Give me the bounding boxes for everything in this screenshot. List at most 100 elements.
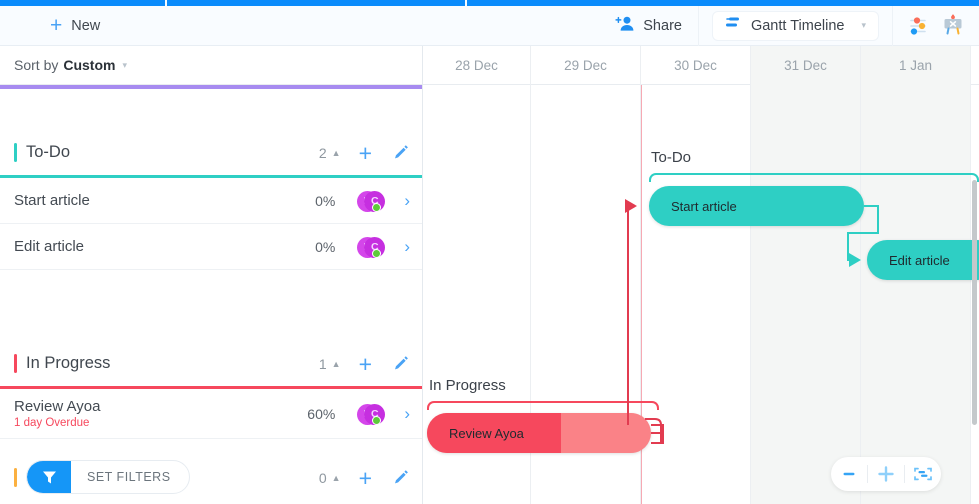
date-column-header[interactable]: 28 Dec — [423, 46, 531, 85]
gantt-bar-start-article[interactable]: Start article — [649, 186, 864, 226]
task-row[interactable]: Review Ayoa 1 day Overdue 60% M C › — [0, 389, 422, 439]
set-filters-button[interactable]: SET FILTERS — [26, 460, 190, 494]
sort-by-value: Custom — [63, 57, 116, 73]
open-task-chevron-icon[interactable]: › — [404, 237, 410, 257]
view-selector[interactable]: Gantt Timeline ▾ — [712, 11, 878, 40]
gantt-bar-review-ayoa[interactable]: Review Ayoa — [427, 413, 651, 453]
gantt-bar-label: Edit article — [889, 252, 950, 268]
task-text-block: Start article — [14, 192, 90, 209]
gantt-bar-label: Start article — [671, 198, 737, 214]
open-task-chevron-icon[interactable]: › — [404, 191, 410, 211]
group-name: To-Do — [26, 143, 71, 161]
set-filters-label: SET FILTERS — [87, 470, 171, 484]
date-column-header[interactable]: 31 Dec — [751, 46, 861, 85]
add-task-button[interactable]: + — [359, 467, 372, 490]
toolbar-right-group: Share Gantt Timeline ▾ — [609, 5, 979, 46]
new-button[interactable]: + New — [38, 13, 112, 39]
task-row[interactable]: Start article 0% M C › — [0, 178, 422, 224]
gantt-app-window: + New Share Gantt Timeline ▾ Sort by Cus… — [0, 0, 979, 504]
add-task-button[interactable]: + — [359, 352, 372, 375]
group-actions: 2 ▲ + — [318, 141, 410, 164]
pencil-icon[interactable] — [392, 355, 410, 373]
group-name: In Progress — [26, 354, 111, 372]
sort-by-control[interactable]: Sort by Custom ▾ — [0, 46, 422, 85]
pencil-icon[interactable] — [392, 144, 410, 162]
online-status-dot — [372, 202, 382, 212]
avatar[interactable]: M C — [357, 402, 386, 426]
group-color-tick — [14, 467, 17, 487]
group-header-to-do[interactable]: To-Do 2 ▲ + — [0, 130, 422, 178]
group-header-bottom[interactable]: 0 ▲ + — [318, 467, 410, 490]
list-gap — [0, 270, 422, 341]
online-status-dot — [372, 415, 382, 425]
group-actions: 1 ▲ + — [318, 352, 410, 375]
gantt-chart-body: To-Do Start article Edit article In Prog… — [423, 85, 979, 504]
timeline-column — [861, 85, 971, 504]
date-column-header[interactable]: 1 Jan — [861, 46, 971, 85]
gantt-bar-label: Review Ayoa — [449, 425, 524, 441]
task-progress: 0% — [315, 238, 336, 255]
task-list-panel: Sort by Custom ▾ To-Do 2 ▲ + Start artic… — [0, 46, 423, 504]
add-person-icon — [615, 15, 635, 37]
task-meta: 0% M C › — [315, 235, 410, 259]
share-button-label: Share — [643, 17, 682, 34]
group-header-in-progress[interactable]: In Progress 1 ▲ + — [0, 341, 422, 389]
group-color-tick — [14, 143, 17, 162]
group-count: 0 — [318, 470, 327, 486]
zoom-in-button[interactable] — [868, 457, 904, 491]
task-text-block: Edit article — [14, 238, 84, 255]
chevron-up-icon[interactable]: ▲ — [332, 473, 341, 483]
task-meta: 60% M C › — [307, 402, 410, 426]
task-meta: 0% M C › — [315, 189, 410, 213]
task-row[interactable]: Edit article 0% M C › — [0, 224, 422, 270]
gantt-date-header: 28 Dec 29 Dec 30 Dec 31 Dec 1 Jan — [423, 46, 979, 85]
task-text-block: Review Ayoa 1 day Overdue — [14, 398, 100, 429]
gantt-icon — [725, 16, 742, 35]
task-overdue-label: 1 day Overdue — [14, 417, 90, 429]
plus-icon: + — [50, 13, 63, 37]
gantt-group-label: In Progress — [429, 377, 506, 394]
gantt-timeline-panel: 28 Dec 29 Dec 30 Dec 31 Dec 1 Jan To-Do … — [423, 46, 979, 504]
task-name: Edit article — [14, 238, 85, 255]
toolbar-icon-group — [892, 5, 979, 46]
chevron-up-icon[interactable]: ▲ — [332, 359, 341, 369]
sort-by-prefix: Sort by — [14, 57, 59, 73]
set-filters-area: SET FILTERS — [14, 460, 190, 494]
list-empty-row — [0, 89, 422, 130]
share-button[interactable]: Share — [609, 5, 699, 46]
funnel-icon — [27, 461, 71, 493]
chevron-down-icon: ▾ — [861, 20, 866, 30]
whiteboard-tools-icon[interactable] — [941, 14, 965, 38]
group-color-tick — [14, 354, 17, 373]
avatar[interactable]: M C — [357, 235, 386, 259]
chevron-down-icon: ▾ — [122, 59, 128, 70]
gantt-group-bracket — [427, 401, 659, 410]
group-count: 1 — [318, 355, 327, 372]
avatar[interactable]: M C — [357, 189, 386, 213]
gantt-group-bracket — [649, 173, 979, 182]
task-name: Review Ayoa — [14, 398, 101, 415]
group-count: 2 — [318, 144, 327, 161]
open-task-chevron-icon[interactable]: › — [404, 404, 410, 424]
task-name: Start article — [14, 192, 90, 209]
timeline-column — [751, 85, 861, 504]
zoom-out-button[interactable] — [831, 457, 867, 491]
new-button-label: New — [71, 17, 101, 34]
sliders-icon[interactable] — [907, 14, 931, 38]
online-status-dot — [372, 248, 382, 258]
task-progress: 60% — [307, 405, 336, 422]
pencil-icon[interactable] — [392, 469, 410, 487]
add-task-button[interactable]: + — [359, 141, 372, 164]
gantt-group-label: To-Do — [651, 149, 692, 166]
date-column-header[interactable]: 29 Dec — [531, 46, 641, 85]
chevron-up-icon[interactable]: ▲ — [332, 148, 341, 158]
vertical-scrollbar[interactable] — [972, 180, 977, 425]
gantt-bar-edit-article[interactable]: Edit article — [867, 240, 979, 280]
timeline-column — [641, 85, 751, 504]
fit-to-screen-button[interactable] — [905, 457, 941, 491]
date-column-header[interactable]: 30 Dec — [641, 46, 751, 85]
top-toolbar: + New Share Gantt Timeline ▾ — [0, 5, 979, 46]
zoom-controls — [831, 457, 941, 491]
view-selector-label: Gantt Timeline — [750, 17, 845, 34]
task-progress: 0% — [315, 192, 336, 209]
